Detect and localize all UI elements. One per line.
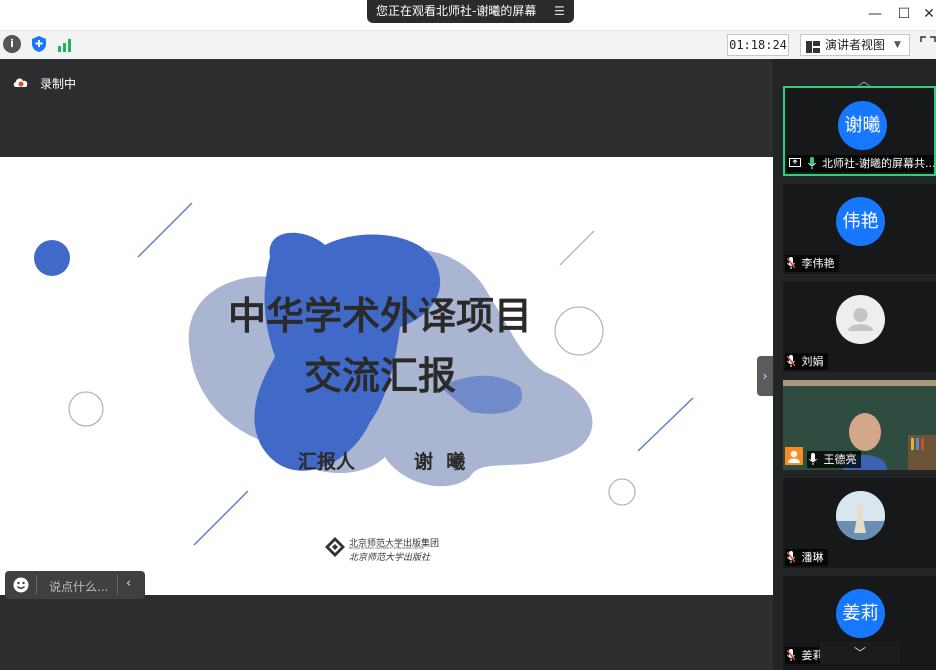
participant-tile[interactable]: 刘娟 [783, 282, 936, 372]
reporter-label: 汇报人 [298, 451, 356, 473]
emoji-icon[interactable] [13, 577, 29, 593]
host-icon [785, 447, 803, 465]
participant-tile[interactable]: 谢曦 北师社-谢曦的屏幕共... [783, 86, 936, 176]
microphone-icon [807, 157, 816, 169]
participant-name-tag: 李伟艳 [785, 255, 839, 272]
cloud-record-icon [12, 76, 30, 88]
share-status-text: 您正在观看北师社-谢曦的屏幕 [376, 4, 537, 18]
presenter-view-icon [806, 39, 820, 53]
meeting-timer: 01:18:24 [727, 34, 789, 56]
participant-name: 李伟艳 [801, 257, 835, 270]
microphone-muted-icon [786, 649, 796, 661]
microphone-muted-icon [786, 551, 796, 563]
microphone-muted-icon [786, 355, 796, 367]
publisher-logo [325, 537, 345, 557]
screen-share-status[interactable]: 您正在观看北师社-谢曦的屏幕 ☰ [367, 0, 574, 23]
microphone-icon [809, 453, 817, 465]
default-avatar-icon [836, 295, 885, 344]
participant-video-tile[interactable]: 王德亮 [783, 380, 936, 470]
microphone-muted-icon [786, 257, 796, 269]
info-icon[interactable]: i [3, 35, 21, 53]
participant-name-tag: 刘娟 [785, 353, 828, 370]
participant-name-tag: 北师社-谢曦的屏幕共... [787, 155, 936, 172]
reporter-name: 谢 曦 [414, 451, 466, 473]
divider [36, 575, 37, 595]
avatar [836, 491, 885, 540]
screen-share-icon [789, 157, 801, 169]
divider [117, 575, 118, 595]
participant-name: 王德亮 [823, 453, 857, 466]
publisher-subname: 北京师范大学出版社 [349, 553, 431, 563]
meeting-toolbar [0, 30, 936, 60]
chat-bar[interactable]: 说点什么... ‹ [5, 571, 145, 599]
view-mode-dropdown[interactable]: 演讲者视图 ▼ [800, 34, 910, 56]
slide-title-line1: 中华学术外译项目 [227, 294, 532, 338]
presentation-slide: 中华学术外译项目 交流汇报 汇报人 谢 曦 北京师范大学出版集团 BEIJING… [0, 157, 773, 595]
chevron-right-icon: › [762, 369, 768, 383]
chat-input[interactable]: 说点什么... [49, 578, 108, 595]
participant-tile[interactable]: 伟艳 李伟艳 [783, 184, 936, 274]
chevron-left-icon[interactable]: ‹ [126, 576, 131, 591]
avatar: 姜莉 [836, 589, 885, 638]
view-mode-label: 演讲者视图 [825, 38, 886, 52]
maximize-button[interactable]: ☐ [893, 4, 915, 24]
participant-tile[interactable]: 潘琳 [783, 478, 936, 568]
close-button[interactable]: ✕ [918, 4, 936, 24]
participant-name-tag: 潘琳 [785, 549, 828, 566]
participant-name: 北师社-谢曦的屏幕共... [822, 157, 936, 170]
list-menu-icon[interactable]: ☰ [554, 0, 565, 23]
slide-title-line2: 交流汇报 [303, 354, 456, 398]
minimize-button[interactable]: — [864, 4, 886, 24]
fullscreen-icon[interactable] [920, 36, 936, 52]
recording-label: 录制中 [40, 77, 77, 91]
signal-strength-icon[interactable] [57, 36, 75, 52]
participant-name: 刘娟 [801, 355, 824, 368]
avatar: 谢曦 [838, 101, 887, 150]
panel-collapse-handle[interactable]: › [757, 356, 773, 396]
shield-icon[interactable] [30, 35, 48, 53]
chevron-down-icon: ▼ [894, 40, 901, 50]
chevron-down-icon[interactable]: ﹀ [820, 642, 900, 664]
participant-name-tag: 王德亮 [807, 451, 861, 468]
avatar: 伟艳 [836, 197, 885, 246]
participant-name: 潘琳 [801, 551, 824, 564]
